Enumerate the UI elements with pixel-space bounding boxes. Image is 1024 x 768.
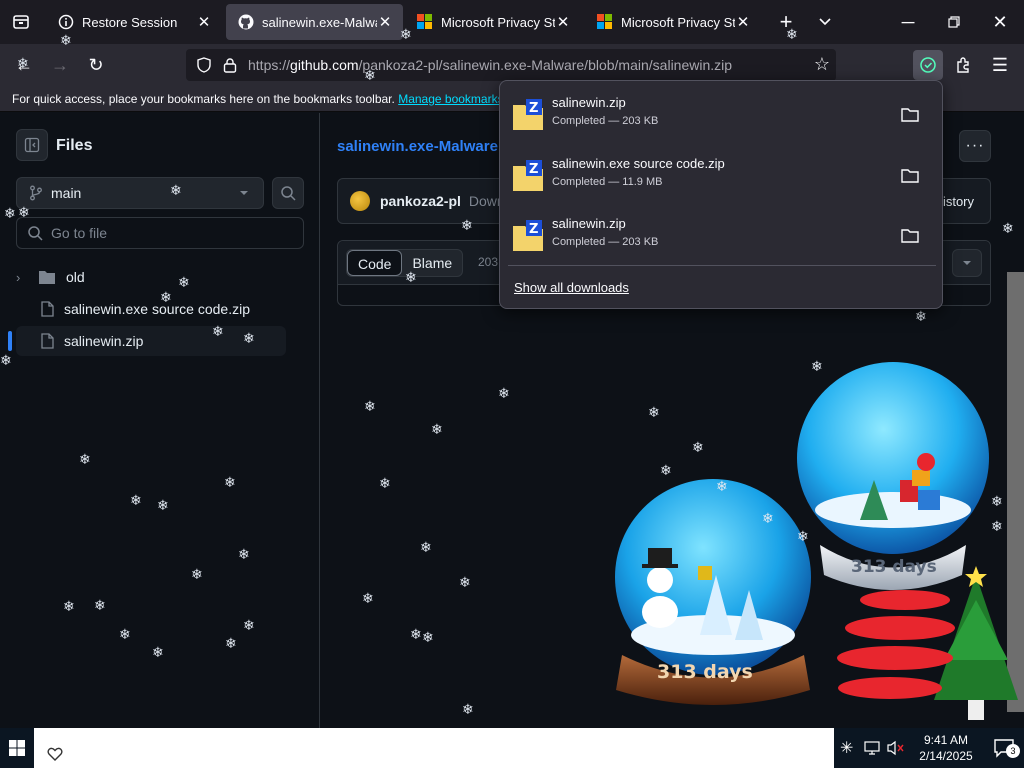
snowflake-icon: ❄ xyxy=(63,599,75,615)
svg-text:Z: Z xyxy=(529,222,538,237)
show-all-downloads-link[interactable]: Show all downloads xyxy=(514,280,629,295)
folder-icon[interactable] xyxy=(900,166,920,186)
network-icon[interactable] xyxy=(864,740,880,756)
snowflake-icon: ❄ xyxy=(716,479,728,495)
snowflake-icon: ❄ xyxy=(238,547,250,563)
snowflake-icon: ❄ xyxy=(212,324,224,340)
download-filename: salinewin.zip xyxy=(552,95,626,110)
snowflake-icon: ❄ xyxy=(498,386,510,402)
folder-icon[interactable] xyxy=(900,105,920,125)
svg-text:Z: Z xyxy=(529,162,538,177)
system-tray: ✳ 9:41 AM 2/14/2025 3 xyxy=(834,728,1024,768)
zip-file-icon: Z xyxy=(513,160,543,191)
folder-icon[interactable] xyxy=(900,226,920,246)
snowflake-icon: ❄ xyxy=(461,218,473,234)
zip-file-icon: Z xyxy=(513,220,543,251)
snowflake-icon: ❄ xyxy=(786,27,798,43)
snowflake-icon: ❄ xyxy=(119,627,131,643)
zip-file-icon: Z xyxy=(513,99,543,130)
download-status: Completed — 203 KB xyxy=(552,236,659,248)
snowflake-icon: ❄ xyxy=(420,540,432,556)
windows-icon xyxy=(9,740,25,756)
start-button[interactable] xyxy=(0,728,34,768)
snowflake-icon: ❄ xyxy=(60,33,72,49)
snowflake-icon: ❄ xyxy=(462,702,474,718)
downloads-panel: Z salinewin.zip Completed — 203 KB Z sal… xyxy=(499,80,943,309)
svg-text:Z: Z xyxy=(529,101,538,116)
snowflake-icon: ❄ xyxy=(243,331,255,347)
snowflake-icon: ❄ xyxy=(225,636,237,652)
snowflake-icon: ❄ xyxy=(410,627,422,643)
snowflake-icon: ❄ xyxy=(1002,221,1014,237)
heart-icon[interactable] xyxy=(47,747,63,761)
snowflake-icon: ❄ xyxy=(991,494,1003,510)
snowflake-icon: ❄ xyxy=(243,618,255,634)
snowflake-tray-icon[interactable]: ✳ xyxy=(840,738,853,758)
snowflake-icon: ❄ xyxy=(648,405,660,421)
download-item[interactable]: Z salinewin.zip Completed — 203 KB xyxy=(508,87,936,143)
download-item[interactable]: Z salinewin.exe source code.zip Complete… xyxy=(508,148,936,204)
snowflake-icon: ❄ xyxy=(422,630,434,646)
snowflake-icon: ❄ xyxy=(991,519,1003,535)
snowflake-icon: ❄ xyxy=(660,463,672,479)
snowflake-icon: ❄ xyxy=(364,68,376,84)
snowflake-icon: ❄ xyxy=(459,575,471,591)
globe-right-caption: 313 days xyxy=(851,557,937,577)
snowflake-icon: ❄ xyxy=(191,567,203,583)
taskbar: ✳ 9:41 AM 2/14/2025 3 xyxy=(0,728,1024,768)
snowflake-icon: ❄ xyxy=(18,205,30,221)
snowflake-icon: ❄ xyxy=(915,309,927,325)
notification-count: 3 xyxy=(1006,744,1020,758)
snowflake-icon: ❄ xyxy=(17,56,29,72)
globe-left-caption: 313 days xyxy=(657,661,753,683)
volume-muted-icon[interactable] xyxy=(886,740,904,756)
snowflake-icon: ❄ xyxy=(79,452,91,468)
snowflake-icon: ❄ xyxy=(362,591,374,607)
clock-date: 2/14/2025 xyxy=(919,749,973,763)
snowflake-icon: ❄ xyxy=(94,598,106,614)
clock[interactable]: 9:41 AM 2/14/2025 xyxy=(906,732,986,764)
snowflake-icon: ❄ xyxy=(762,511,774,527)
snowflake-icon: ❄ xyxy=(224,475,236,491)
download-status: Completed — 11.9 MB xyxy=(552,176,663,188)
snowflake-icon: ❄ xyxy=(170,183,182,199)
snowflake-icon: ❄ xyxy=(431,422,443,438)
clock-time: 9:41 AM xyxy=(923,733,969,747)
snowflake-icon: ❄ xyxy=(160,290,172,306)
snowflake-icon: ❄ xyxy=(797,529,809,545)
divider xyxy=(508,265,936,266)
snowflake-icon: ❄ xyxy=(379,476,391,492)
snowflake-icon: ❄ xyxy=(152,645,164,661)
snowflake-icon: ❄ xyxy=(0,353,12,369)
download-filename: salinewin.zip xyxy=(552,216,626,231)
download-filename: salinewin.exe source code.zip xyxy=(552,156,725,171)
snowflake-icon: ❄ xyxy=(364,399,376,415)
snowflake-icon: ❄ xyxy=(4,206,16,222)
snowflake-icon: ❄ xyxy=(692,440,704,456)
snowflake-icon: ❄ xyxy=(178,275,190,291)
download-status: Completed — 203 KB xyxy=(552,115,659,127)
snowflake-icon: ❄ xyxy=(405,270,417,286)
download-item[interactable]: Z salinewin.zip Completed — 203 KB xyxy=(508,208,936,264)
snowflake-icon: ❄ xyxy=(157,498,169,514)
snowflake-icon: ❄ xyxy=(400,27,412,43)
snowflake-icon: ❄ xyxy=(130,493,142,509)
snowflake-icon: ❄ xyxy=(811,359,823,375)
